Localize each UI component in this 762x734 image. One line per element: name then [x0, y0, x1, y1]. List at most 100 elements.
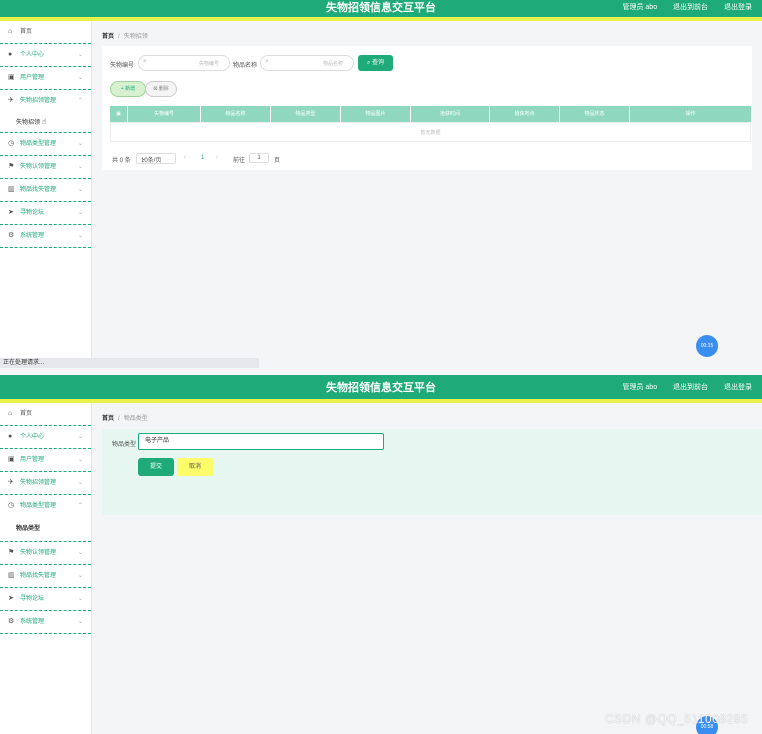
breadcrumb: 首页 / 物品类型 — [102, 416, 148, 422]
chevron-down-icon: ⌄ — [77, 550, 83, 556]
status-bar-loading: 正在处理请求... — [0, 358, 259, 368]
chevron-down-icon: ⌄ — [77, 457, 83, 463]
search-label-number: 失物编号 — [110, 63, 135, 69]
search-icon: ⌕ — [265, 58, 269, 65]
select-all-checkbox[interactable]: ▣ — [110, 106, 128, 122]
main-content: 首页 / 失物招领 失物编号 ⌕ 失物编号 物品名称 ⌕ 物品名称 ⌕ 查询 + 新增 … — [92, 21, 762, 368]
sidebar-item-item-lost[interactable]: ▥ 物品找失管理 ⌄ — [0, 179, 91, 202]
plane-icon: ✈ — [8, 479, 14, 486]
item-type-input[interactable]: 电子产品 — [138, 433, 384, 450]
watermark: CSDN @QQ_511008285 — [604, 712, 748, 726]
top-header: 失物招领信息交互平台 管理员 abo 退出到前台 退出登录 — [0, 0, 762, 17]
gear-icon: ⚙ — [8, 232, 15, 239]
back-to-home-link[interactable]: 退出到前台 — [673, 4, 708, 11]
sidebar-item-item-types[interactable]: ◷ 物品类型管理 ⌃ — [0, 495, 91, 517]
sidebar-item-users[interactable]: ▣ 用户管理 ⌄ — [0, 449, 91, 472]
column-header: 物品状态 — [560, 106, 630, 122]
sidebar-item-lost-found[interactable]: ✈ 失物招领管理 ⌃ — [0, 90, 91, 112]
cursor-hand-icon: ☝ — [41, 117, 47, 126]
clock-icon: ◷ — [8, 502, 15, 509]
sidebar-item-system[interactable]: ⚙ 系统管理 ⌄ — [0, 225, 91, 248]
sidebar-item-item-lost[interactable]: ▥ 物品找失管理 ⌄ — [0, 565, 91, 588]
column-header: 拾获地点 — [490, 106, 560, 122]
sidebar: ⌂ 首页 ● 个人中心 ⌄ ▣ 用户管理 ⌄ ✈ 失物招领管理 ⌃ 失物招领 ☝ ◷ 物品类型管… — [0, 21, 92, 368]
submit-button[interactable]: 提交 — [138, 458, 174, 476]
top-header: 失物招领信息交互平台 管理员 abo 退出到前台 退出登录 — [0, 375, 762, 399]
column-header: 失物编号 — [128, 106, 201, 122]
clock-icon: ◷ — [8, 140, 15, 147]
search-icon: ⌕ — [143, 58, 147, 65]
sidebar-item-item-types[interactable]: ◷ 物品类型管理 ⌄ — [0, 133, 91, 156]
chevron-down-icon: ⌄ — [77, 52, 83, 58]
sidebar-item-lost-found[interactable]: ✈ 失物招领管理 ⌄ — [0, 472, 91, 495]
sidebar-item-forum[interactable]: ➤ 寻物论坛 ⌄ — [0, 588, 91, 611]
admin-label: 管理员 abo — [622, 4, 658, 11]
item-type-form: 物品类型 电子产品 提交 取消 — [102, 429, 762, 515]
breadcrumb-current: 失物招领 — [123, 34, 148, 40]
delete-button[interactable]: ⊠ 删除 — [145, 81, 177, 97]
form-label-item-type: 物品类型 — [112, 442, 137, 448]
current-page[interactable]: 1 — [201, 155, 204, 161]
goto-label: 前往 — [233, 158, 246, 164]
chevron-down-icon: ⌄ — [77, 596, 83, 602]
column-header: 物品类型 — [271, 106, 341, 122]
flag-icon: ⚑ — [8, 163, 15, 170]
search-input-name[interactable]: ⌕ 物品名称 — [260, 55, 354, 71]
admin-label: 管理员 abo — [622, 384, 658, 391]
sidebar-item-forum[interactable]: ➤ 寻物论坛 ⌄ — [0, 202, 91, 225]
back-to-home-link[interactable]: 退出到前台 — [673, 384, 708, 391]
table-header: ▣ 失物编号 物品名称 物品类型 物品图片 拾获时间 拾获地点 物品状态 操作 — [110, 106, 751, 122]
submenu-item-types[interactable]: 物品类型 — [0, 517, 91, 542]
sidebar-item-system[interactable]: ⚙ 系统管理 ⌄ — [0, 611, 91, 634]
users-icon: ▣ — [8, 456, 15, 463]
query-button[interactable]: ⌕ 查询 — [358, 55, 393, 71]
cancel-button[interactable]: 取消 — [177, 458, 213, 476]
send-icon: ➤ — [8, 209, 14, 216]
top-screenshot: 失物招领信息交互平台 管理员 abo 退出到前台 退出登录 ⌂ 首页 ● 个人中心 ⌄… — [0, 0, 762, 368]
flag-icon: ⚑ — [8, 549, 15, 556]
sidebar: ⌂ 首页 ● 个人中心 ⌄ ▣ 用户管理 ⌄ ✈ 失物招领管理 ⌄ ◷ 物品类型管理 ⌃ 物品类型… — [0, 403, 92, 734]
breadcrumb-home[interactable]: 首页 — [102, 34, 114, 40]
column-header: 物品图片 — [341, 106, 411, 122]
sidebar-item-users[interactable]: ▣ 用户管理 ⌄ — [0, 67, 91, 90]
page-unit: 页 — [274, 158, 281, 164]
chart-icon: ▥ — [8, 572, 15, 579]
page-size-select[interactable]: 10条/页 ⌄ — [136, 153, 176, 164]
header-links: 管理员 abo 退出到前台 退出登录 — [608, 3, 752, 12]
sidebar-item-profile[interactable]: ● 个人中心 ⌄ — [0, 426, 91, 449]
breadcrumb: 首页 / 失物招领 — [102, 34, 148, 40]
column-header: 拾获时间 — [411, 106, 490, 122]
gear-icon: ⚙ — [8, 618, 15, 625]
chevron-down-icon: ⌄ — [77, 573, 83, 579]
chevron-down-icon: ⌄ — [77, 141, 83, 147]
user-icon: ● — [8, 51, 13, 58]
prev-page-icon[interactable]: ‹ — [184, 155, 186, 161]
add-button[interactable]: + 新增 — [110, 81, 146, 97]
chart-icon: ▥ — [8, 186, 15, 193]
sidebar-item-home[interactable]: ⌂ 首页 — [0, 21, 91, 44]
search-input-number[interactable]: ⌕ 失物编号 — [138, 55, 230, 71]
logout-link[interactable]: 退出登录 — [724, 384, 752, 391]
plane-icon: ✈ — [8, 97, 14, 104]
sidebar-item-home[interactable]: ⌂ 首页 — [0, 403, 91, 426]
chevron-down-icon: ⌄ — [77, 233, 83, 239]
chevron-down-icon: ⌄ — [77, 164, 83, 170]
empty-table-text: 暂无数据 — [110, 122, 751, 142]
sidebar-item-claims[interactable]: ⚑ 失物认领管理 ⌄ — [0, 542, 91, 565]
goto-input[interactable]: 1 — [249, 153, 269, 163]
chevron-up-icon: ⌃ — [77, 98, 83, 104]
sidebar-item-claims[interactable]: ⚑ 失物认领管理 ⌄ — [0, 156, 91, 179]
bottom-screenshot: 失物招领信息交互平台 管理员 abo 退出到前台 退出登录 ⌂ 首页 ● 个人中心 ⌄… — [0, 375, 762, 734]
total-count: 共 0 条 — [112, 158, 131, 164]
submenu-lost-found[interactable]: 失物招领 ☝ — [0, 112, 91, 133]
chevron-down-icon: ⌄ — [77, 619, 83, 625]
header-links: 管理员 abo 退出到前台 退出登录 — [608, 383, 752, 392]
next-page-icon[interactable]: › — [216, 155, 218, 161]
column-header: 物品名称 — [201, 106, 271, 122]
breadcrumb-current: 物品类型 — [123, 416, 148, 422]
user-icon: ● — [8, 433, 13, 440]
breadcrumb-home[interactable]: 首页 — [102, 416, 114, 422]
trash-icon: ⊠ — [153, 86, 158, 92]
sidebar-item-profile[interactable]: ● 个人中心 ⌄ — [0, 44, 91, 67]
logout-link[interactable]: 退出登录 — [724, 4, 752, 11]
